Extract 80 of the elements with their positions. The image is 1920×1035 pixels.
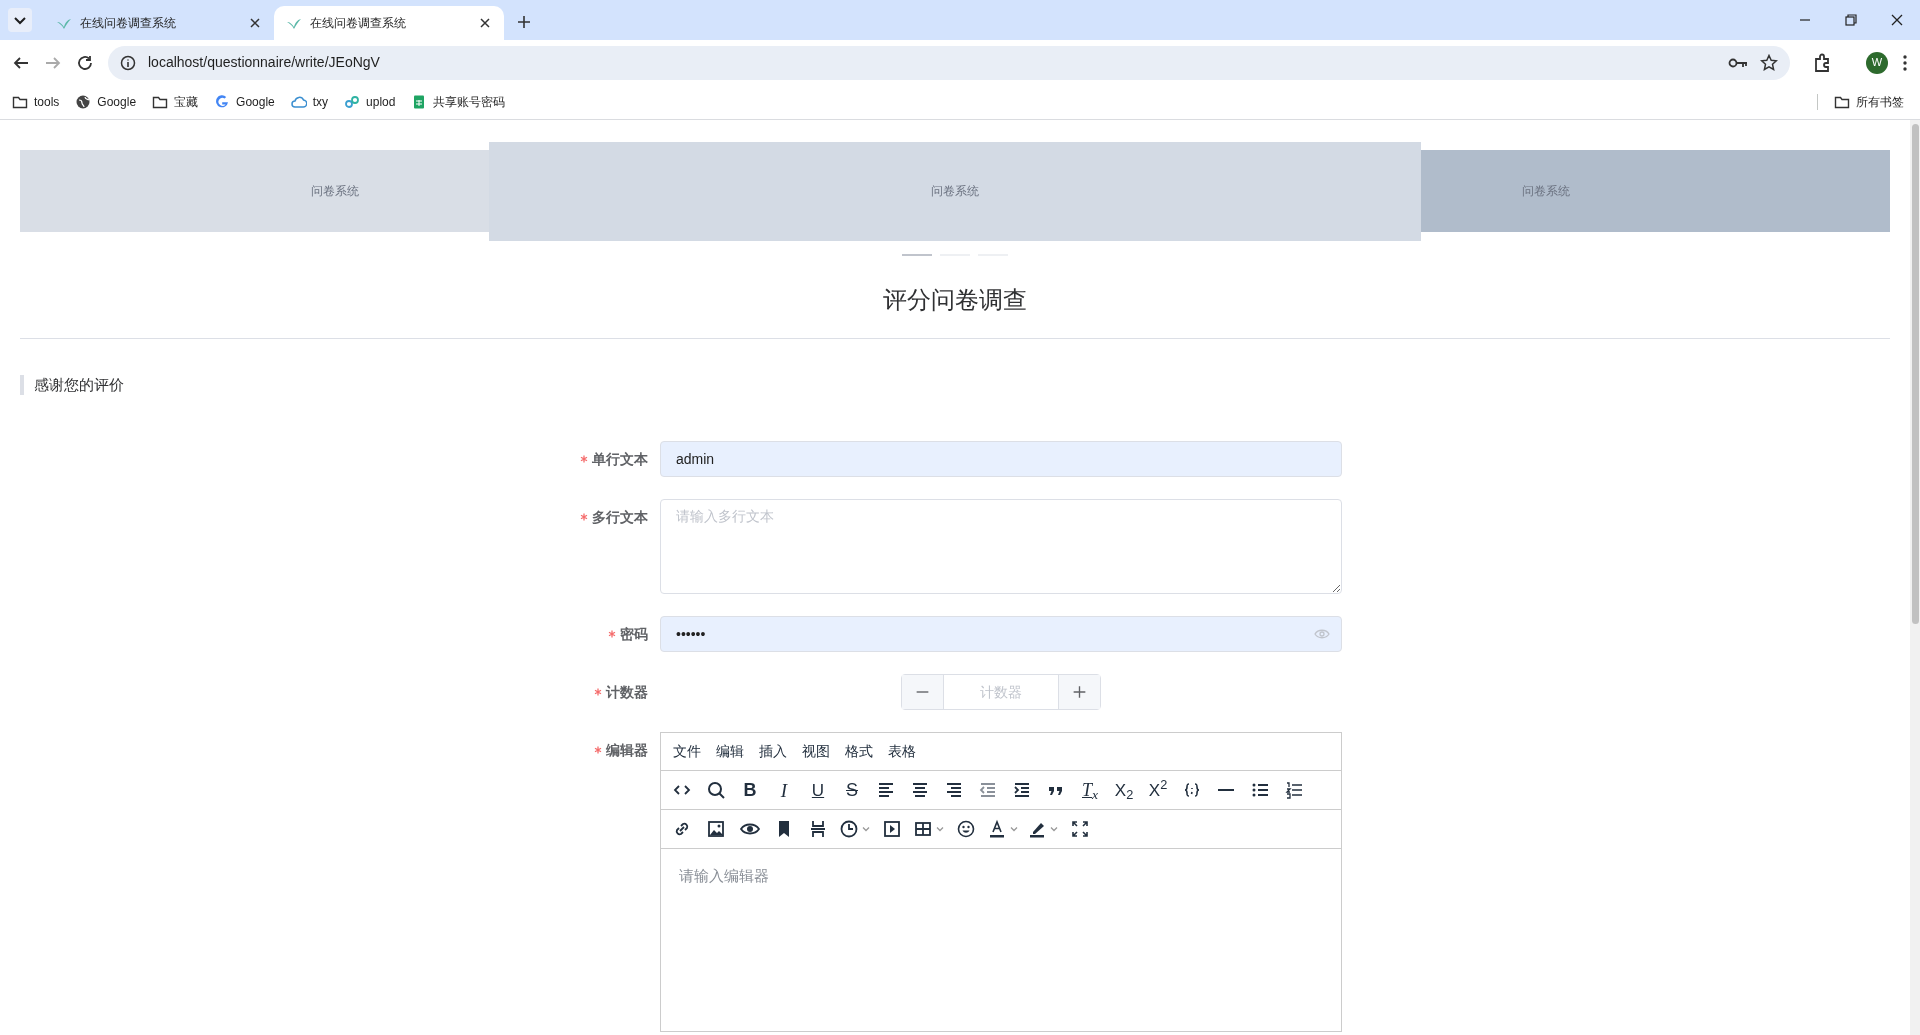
horizontal-line-icon [1218,788,1234,792]
chain-icon [344,94,361,110]
align-left-icon [876,780,896,800]
toolbar-button[interactable]: U [803,775,833,805]
plus-icon[interactable] [1058,675,1100,709]
close-icon[interactable] [1889,12,1905,28]
address-bar[interactable]: localhost/questionnaire/write/JEoNgV [108,45,1790,80]
toolbar-button[interactable]: B [735,775,765,805]
clock-icon [839,819,859,839]
new-tab-icon[interactable] [516,14,532,30]
all-bookmarks-button[interactable]: 所有书签 [1834,93,1904,111]
field-label: 多行文本 [592,507,648,527]
fullscreen-icon [1070,819,1090,839]
field-label: 计数器 [606,682,648,702]
textarea-field[interactable]: 请输入多行文本 [660,499,1342,594]
info-icon [120,54,136,71]
carousel-slide[interactable]: 问卷系统 [489,141,1421,241]
close-icon[interactable] [248,16,262,30]
align-right-icon [944,780,964,800]
url-text: localhost/questionnaire/write/JEoNgV [148,53,381,72]
braces-icon [1182,780,1202,800]
bookmark[interactable]: uplod [344,93,396,111]
tab-list-icon[interactable] [8,8,32,32]
bookmark[interactable]: Google [214,93,275,111]
text-color-icon [987,819,1007,839]
profile-avatar[interactable]: W [1866,51,1888,74]
toolbar-button[interactable]: X$_{2}$ [1109,775,1139,805]
extension-icon[interactable] [1812,52,1832,73]
password-field[interactable]: •••••• [660,616,1342,652]
menu-item[interactable]: 插入 [759,741,787,762]
browser-tab[interactable]: 在线问卷调查系统 [274,6,504,40]
table-icon [913,819,933,839]
indent-icon [1012,780,1032,800]
more-icon[interactable] [1902,53,1908,72]
carousel-slide[interactable]: 问卷系统 [20,150,489,232]
google-icon [214,94,231,110]
survey-title: 评分问卷调查 [883,285,1027,315]
editor-placeholder: 请输入编辑器 [679,866,770,886]
globe-icon [75,94,92,110]
image-icon [706,819,726,839]
smiley-icon [956,819,976,839]
tab-title: 在线问卷调查系统 [80,15,177,32]
scrollbar[interactable] [1910,120,1920,1035]
bookmark[interactable]: txy [290,93,329,111]
toolbar-button[interactable]: X$^{2}$ [1143,775,1173,805]
folder-icon [1834,94,1850,110]
field-label: 密码 [620,624,648,644]
bookmark[interactable]: Google [75,93,137,111]
star-icon[interactable] [1760,53,1778,72]
close-icon[interactable] [478,16,492,30]
align-center-icon [910,780,930,800]
bookmark[interactable]: 宝藏 [152,93,199,111]
play-icon [882,819,902,839]
menu-item[interactable]: 编辑 [716,741,744,762]
menu-item[interactable]: 文件 [673,741,701,762]
number-input[interactable]: 计数器 [944,675,1058,709]
reload-icon[interactable] [76,53,94,72]
section-heading: 感谢您的评价 [20,375,1890,395]
field-label: 单行文本 [592,449,648,469]
input-field[interactable]: admin [660,441,1342,477]
page-break-icon [808,819,828,839]
toolbar-button[interactable]: S [837,775,867,805]
folder-icon [12,94,28,110]
field-label: 编辑器 [606,740,648,760]
browser-tab[interactable]: 在线问卷调查系统 [44,6,274,40]
toolbar-button[interactable]: I [769,775,799,805]
toolbar-button[interactable]: T$_{x}$ [1075,775,1105,805]
tab-title: 在线问卷调查系统 [310,15,407,32]
restore-icon[interactable] [1843,12,1859,28]
bookmark[interactable]: 共享账号密码 [411,93,506,111]
folder-icon [152,94,169,110]
number-stepper[interactable]: 计数器 [901,674,1101,710]
outdent-icon [978,780,998,800]
menu-item[interactable]: 表格 [888,741,916,762]
menu-item[interactable]: 视图 [802,741,830,762]
bookmark[interactable]: tools [12,93,60,111]
search-icon [706,780,726,800]
numbered-list-icon [1284,780,1304,800]
menu-item[interactable]: 格式 [845,741,873,762]
cloud-icon [290,94,307,110]
